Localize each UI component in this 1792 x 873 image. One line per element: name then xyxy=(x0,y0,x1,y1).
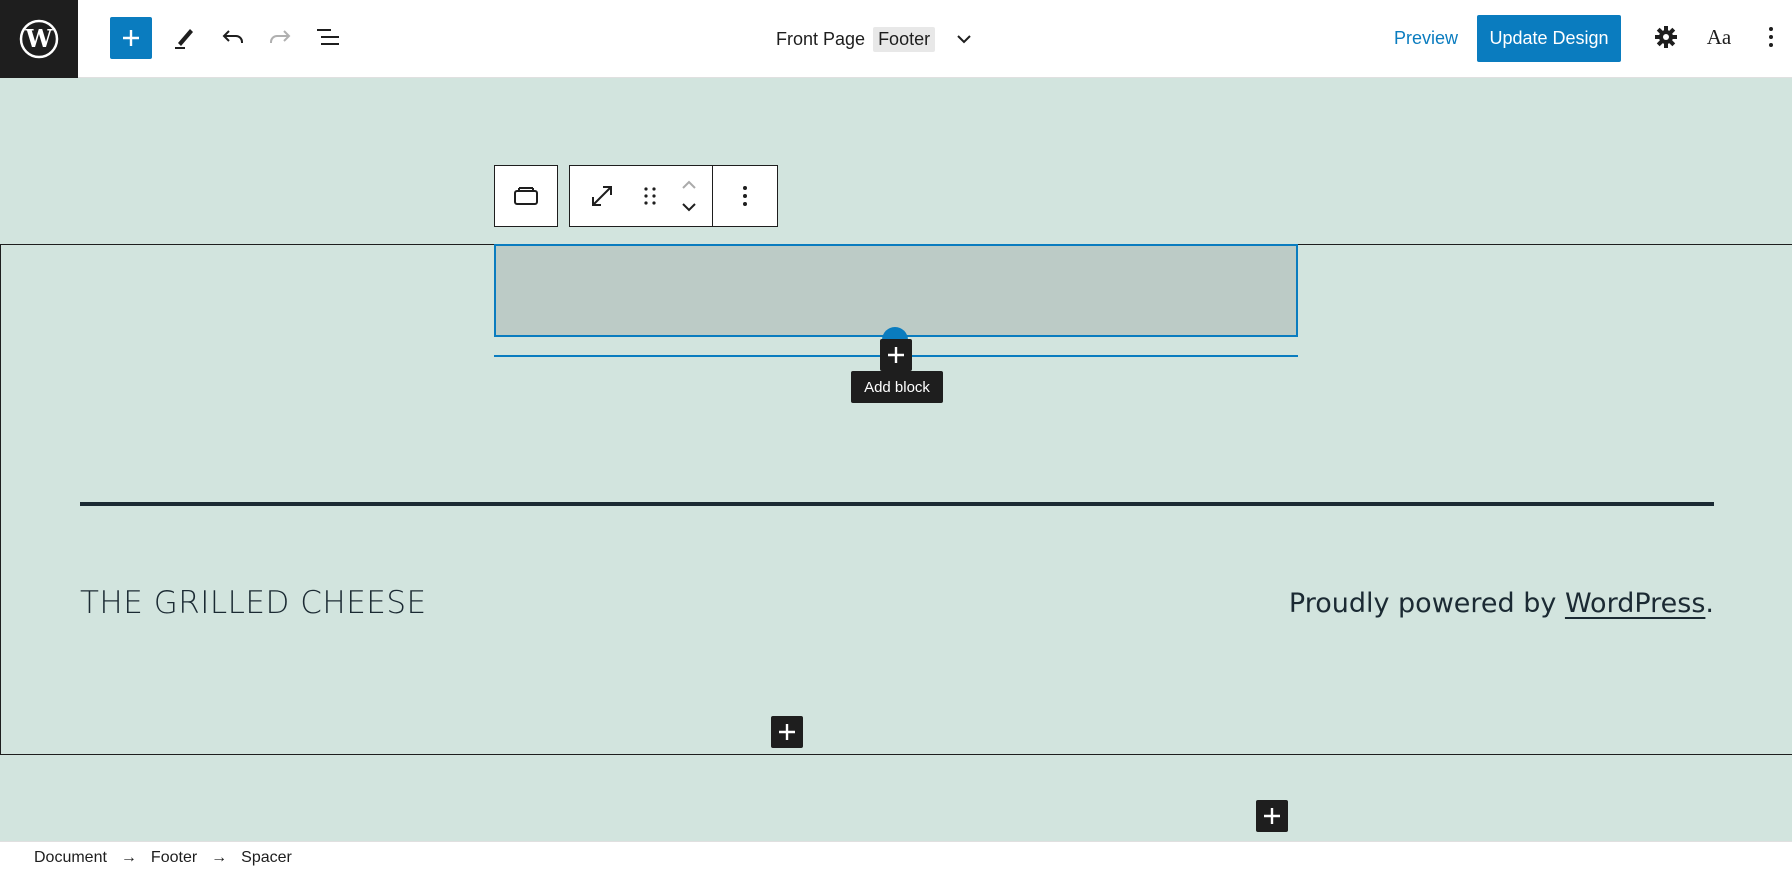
document-title: Front Page xyxy=(776,28,866,49)
site-title[interactable]: THE GRILLED CHEESE xyxy=(80,585,427,621)
list-view-button[interactable] xyxy=(306,15,350,59)
resize-icon xyxy=(592,186,612,206)
document-title-dropdown[interactable]: Front Page Footer xyxy=(776,24,973,54)
options-menu-button[interactable] xyxy=(1749,15,1792,59)
chevron-up-icon xyxy=(682,180,696,189)
template-part-badge: Footer xyxy=(873,26,936,52)
plus-icon xyxy=(123,30,139,46)
add-block-button[interactable] xyxy=(110,17,152,59)
tools-button[interactable] xyxy=(163,15,207,59)
footer-frame-edge xyxy=(0,244,1,755)
inserter-add-block-button[interactable] xyxy=(880,339,912,371)
wordpress-link[interactable]: WordPress xyxy=(1565,588,1705,619)
drag-handle-icon xyxy=(644,187,656,205)
breadcrumb-separator: → xyxy=(211,848,228,866)
breadcrumb-footer[interactable]: Footer xyxy=(151,849,197,867)
plus-icon xyxy=(888,347,904,363)
redo-button[interactable] xyxy=(258,15,302,59)
separator-block[interactable] xyxy=(80,502,1714,506)
pencil-icon xyxy=(175,29,193,49)
redo-icon xyxy=(270,30,291,43)
breadcrumb-spacer[interactable]: Spacer xyxy=(241,849,292,867)
transform-button[interactable] xyxy=(570,166,634,226)
append-block-button[interactable] xyxy=(771,716,803,748)
list-view-icon xyxy=(317,29,339,45)
more-vertical-icon xyxy=(1769,27,1773,47)
parent-block-toolbar xyxy=(494,165,558,227)
undo-icon xyxy=(222,30,243,43)
block-breadcrumb: Document → Footer → Spacer xyxy=(0,841,1792,873)
gear-icon xyxy=(1655,26,1677,48)
move-up-button[interactable] xyxy=(680,174,698,194)
preview-button[interactable]: Preview xyxy=(1394,28,1458,49)
plus-icon xyxy=(779,724,795,740)
styles-button[interactable]: Aa xyxy=(1697,15,1741,59)
block-toolbar xyxy=(569,165,778,227)
chevron-down-icon[interactable] xyxy=(955,30,973,48)
powered-by-paragraph[interactable]: Proudly powered by WordPress. xyxy=(1289,588,1714,619)
editor-header: W Front Page Footer Preview Update Desig… xyxy=(0,0,1792,78)
more-vertical-icon xyxy=(743,186,747,206)
breadcrumb-separator: → xyxy=(120,848,137,866)
powered-prefix: Proudly powered by xyxy=(1288,588,1565,619)
drag-handle[interactable] xyxy=(634,166,666,226)
template-part-icon xyxy=(514,187,538,205)
svg-text:W: W xyxy=(25,24,54,53)
select-parent-button[interactable] xyxy=(495,166,557,226)
settings-button[interactable] xyxy=(1644,15,1688,59)
typography-icon: Aa xyxy=(1706,24,1732,49)
update-design-button[interactable]: Update Design xyxy=(1477,15,1621,62)
block-options-button[interactable] xyxy=(713,166,777,226)
add-block-tooltip: Add block xyxy=(851,371,943,403)
undo-button[interactable] xyxy=(211,15,255,59)
move-down-button[interactable] xyxy=(680,198,698,218)
wordpress-icon: W xyxy=(19,19,59,59)
powered-suffix: . xyxy=(1705,588,1714,619)
wordpress-logo-button[interactable]: W xyxy=(0,0,78,78)
spacer-block[interactable] xyxy=(494,244,1298,337)
breadcrumb-document[interactable]: Document xyxy=(34,849,107,867)
chevron-down-icon xyxy=(682,203,696,212)
plus-icon xyxy=(1264,808,1280,824)
append-root-block-button[interactable] xyxy=(1256,800,1288,832)
move-controls xyxy=(666,166,712,226)
